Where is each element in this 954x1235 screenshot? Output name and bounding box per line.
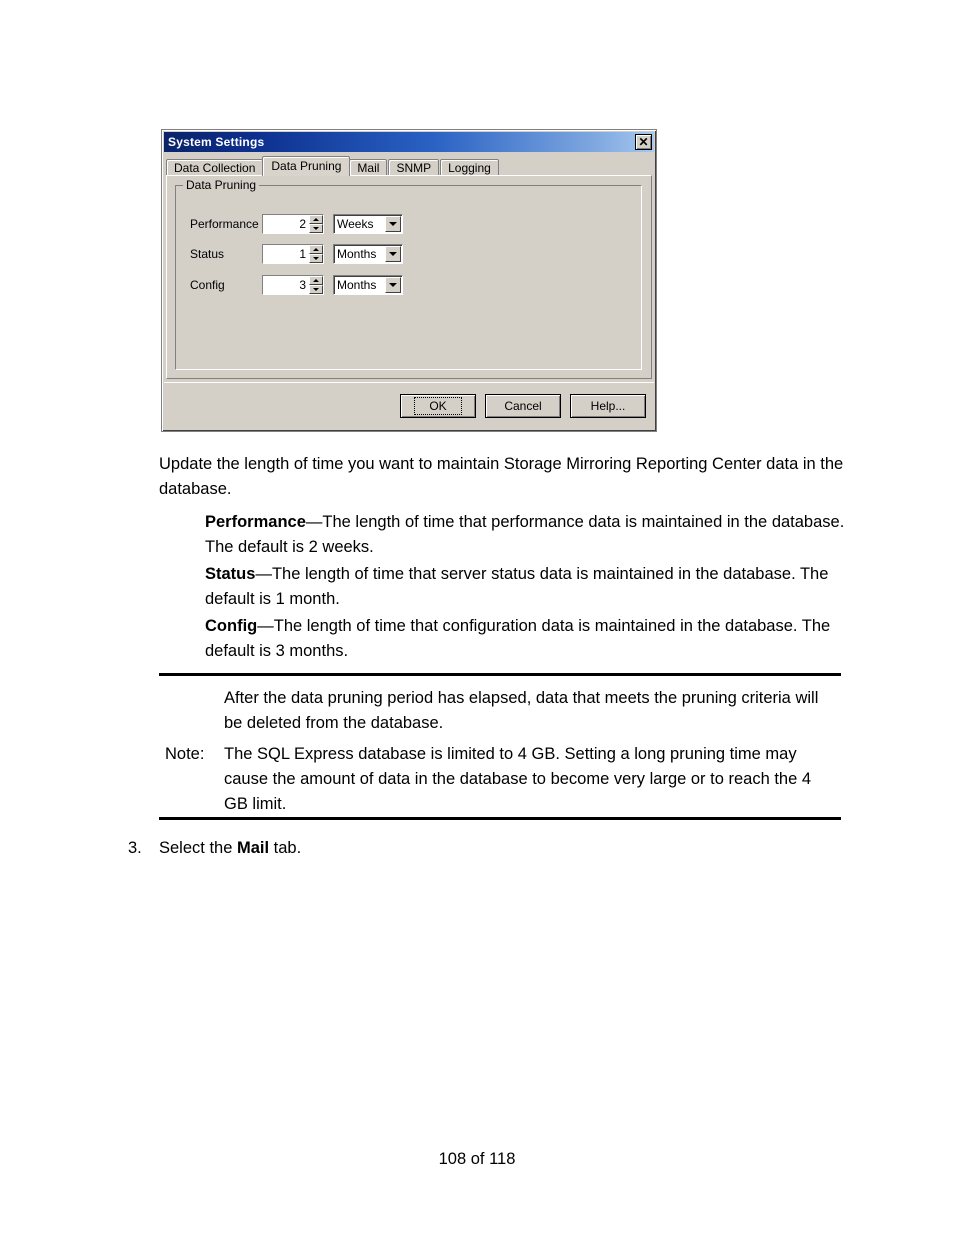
tab-logging[interactable]: Logging <box>440 159 499 176</box>
intro-paragraph: Update the length of time you want to ma… <box>159 455 844 498</box>
definition-term-config: Config <box>205 617 258 635</box>
status-unit-dropdown[interactable]: Months <box>333 244 403 264</box>
definition-term-performance: Performance <box>205 513 306 531</box>
spin-up-icon[interactable] <box>309 215 323 224</box>
tab-data-collection[interactable]: Data Collection <box>166 159 264 176</box>
spin-down-icon[interactable] <box>309 224 323 233</box>
step-number: 3. <box>128 839 142 857</box>
performance-spinner[interactable]: 2 <box>262 214 324 234</box>
definition-term-status: Status <box>205 565 256 583</box>
config-unit-value: Months <box>337 278 377 292</box>
tab-snmp[interactable]: SNMP <box>388 159 440 176</box>
definition-text-status: —The length of time that server status d… <box>205 565 829 608</box>
field-row-config: Config 3 Months <box>190 274 403 296</box>
config-label: Config <box>190 278 225 292</box>
status-label: Status <box>190 247 225 261</box>
groupbox-label: Data Pruning <box>183 178 260 192</box>
field-row-performance: Performance 2 Weeks <box>190 213 403 235</box>
config-spin-arrows <box>309 276 323 294</box>
note-label: Note: <box>165 745 205 763</box>
system-settings-dialog: System Settings ✕ Data Collection Data P… <box>161 129 657 432</box>
help-button[interactable]: Help... <box>570 394 646 418</box>
spin-up-icon[interactable] <box>309 276 323 285</box>
step-text: Select the Mail tab. <box>159 836 301 861</box>
dialog-titlebar: System Settings ✕ <box>164 132 654 152</box>
ok-button[interactable]: OK <box>400 394 476 418</box>
status-spinner[interactable]: 1 <box>262 244 324 264</box>
definition-text-config: —The length of time that configuration d… <box>205 617 831 660</box>
spin-down-icon[interactable] <box>309 254 323 263</box>
definition-performance: Performance—The length of time that perf… <box>205 510 850 560</box>
tab-mail[interactable]: Mail <box>349 159 388 176</box>
step-text-after: tab. <box>269 839 302 857</box>
config-value[interactable]: 3 <box>263 276 309 294</box>
dialog-button-bar: OK Cancel Help... <box>164 382 654 429</box>
status-spin-arrows <box>309 245 323 263</box>
close-icon[interactable]: ✕ <box>635 134 652 150</box>
status-unit-value: Months <box>337 247 377 261</box>
note-paragraph-2: The SQL Express database is limited to 4… <box>224 745 812 813</box>
step-text-before: Select the <box>159 839 237 857</box>
data-pruning-groupbox: Data Pruning Performance 2 Weeks Status <box>175 178 642 370</box>
spin-down-icon[interactable] <box>309 285 323 294</box>
tab-data-pruning[interactable]: Data Pruning <box>262 156 351 176</box>
performance-unit-value: Weeks <box>337 217 374 231</box>
chevron-down-icon[interactable] <box>385 216 401 232</box>
definition-status: Status—The length of time that server st… <box>205 562 850 612</box>
chevron-down-icon[interactable] <box>385 246 401 262</box>
help-button-label: Help... <box>590 399 626 413</box>
status-value[interactable]: 1 <box>263 245 309 263</box>
config-unit-dropdown[interactable]: Months <box>333 275 403 295</box>
definition-config: Config—The length of time that configura… <box>205 614 850 664</box>
performance-value[interactable]: 2 <box>263 215 309 233</box>
config-spinner[interactable]: 3 <box>262 275 324 295</box>
chevron-down-icon[interactable] <box>385 277 401 293</box>
ok-button-label: OK <box>414 397 462 415</box>
performance-unit-dropdown[interactable]: Weeks <box>333 214 403 234</box>
numbered-step-3: 3. Select the Mail tab. <box>128 836 301 861</box>
performance-label: Performance <box>190 217 259 231</box>
note-divider-bottom <box>159 817 841 820</box>
tab-strip: Data Collection Data Pruning Mail SNMP L… <box>166 156 652 176</box>
note-divider-top <box>159 673 841 676</box>
page-footer: 108 of 118 <box>438 1150 516 1168</box>
dialog-title: System Settings <box>168 135 265 149</box>
cancel-button[interactable]: Cancel <box>485 394 561 418</box>
field-row-status: Status 1 Months <box>190 243 403 265</box>
cancel-button-label: Cancel <box>504 399 542 413</box>
note-paragraph-1: After the data pruning period has elapse… <box>224 689 819 732</box>
step-bold-mail: Mail <box>236 839 270 857</box>
tab-page-data-pruning: Data Pruning Performance 2 Weeks Status <box>166 175 652 379</box>
spin-up-icon[interactable] <box>309 245 323 254</box>
performance-spin-arrows <box>309 215 323 233</box>
